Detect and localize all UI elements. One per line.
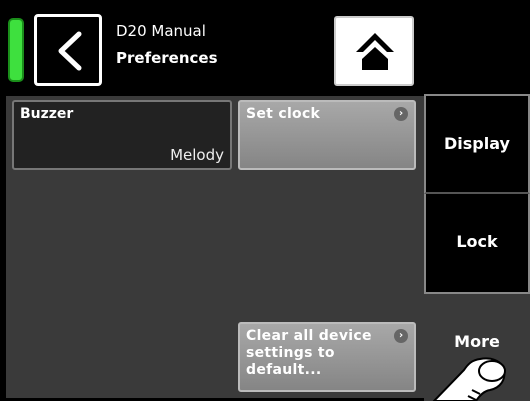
back-button[interactable] [34, 14, 102, 86]
clear-settings-line1: Clear all device [246, 328, 372, 344]
arrow-right-icon: › [394, 329, 408, 343]
page-header: D20 Manual Preferences [116, 22, 218, 67]
tab-display[interactable]: Display [424, 94, 530, 194]
clear-settings-label: Clear all device settings to default... [246, 328, 372, 379]
page-title: Preferences [116, 49, 218, 67]
tab-lock[interactable]: Lock [424, 194, 530, 294]
clear-settings-button[interactable]: Clear all device settings to default... … [238, 322, 416, 392]
status-indicator [8, 18, 24, 82]
arrow-right-icon: › [394, 107, 408, 121]
clear-settings-line2: settings to [246, 345, 335, 361]
hand-pointer-icon [432, 357, 506, 401]
home-button[interactable] [334, 16, 414, 86]
device-screen: D20 Manual Preferences Buzzer Melody Set… [0, 0, 530, 401]
chevron-left-icon [58, 31, 82, 71]
clear-settings-line3: default... [246, 362, 322, 378]
buzzer-label: Buzzer [20, 106, 74, 122]
buzzer-tile[interactable]: Buzzer Melody [12, 100, 232, 170]
home-icon [356, 33, 394, 70]
set-clock-button[interactable]: Set clock › [238, 100, 416, 170]
set-clock-label: Set clock [246, 106, 321, 122]
buzzer-value: Melody [170, 146, 224, 164]
device-title: D20 Manual [116, 22, 206, 40]
